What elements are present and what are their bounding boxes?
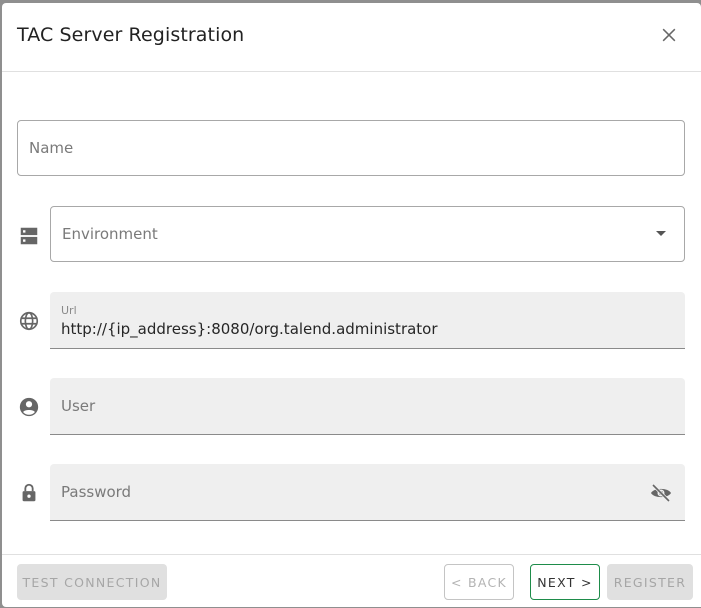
- close-button[interactable]: [659, 25, 679, 45]
- name-placeholder: Name: [29, 139, 74, 157]
- environment-select[interactable]: Environment: [50, 206, 685, 262]
- visibility-off-icon: [651, 483, 671, 503]
- globe-icon: [18, 310, 40, 332]
- lock-icon: [18, 482, 40, 504]
- user-placeholder: User: [61, 397, 96, 415]
- url-input[interactable]: Url http://{ip_address}:8080/org.talend.…: [50, 292, 685, 349]
- environment-placeholder: Environment: [62, 225, 158, 243]
- dialog-title: TAC Server Registration: [17, 24, 245, 46]
- account-circle-icon: [18, 396, 40, 418]
- user-input[interactable]: User: [50, 378, 685, 435]
- close-icon: [662, 28, 676, 42]
- tac-server-registration-dialog: TAC Server Registration Name Environment: [2, 3, 701, 607]
- dialog-header: TAC Server Registration: [2, 3, 701, 72]
- register-button[interactable]: REGISTER: [607, 564, 693, 600]
- server-icon: [18, 225, 40, 247]
- arrow-drop-down-icon: [656, 231, 666, 236]
- dialog-footer: TEST CONNECTION < BACK NEXT > REGISTER: [2, 554, 701, 608]
- next-button[interactable]: NEXT >: [530, 564, 600, 600]
- url-label: Url: [61, 304, 77, 317]
- name-input[interactable]: Name: [17, 120, 685, 176]
- back-button[interactable]: < BACK: [444, 564, 514, 600]
- url-value: http://{ip_address}:8080/org.talend.admi…: [61, 320, 438, 338]
- test-connection-button[interactable]: TEST CONNECTION: [17, 564, 167, 600]
- password-input[interactable]: Password: [50, 464, 685, 521]
- toggle-password-visibility-button[interactable]: [649, 481, 673, 505]
- password-placeholder: Password: [61, 483, 132, 501]
